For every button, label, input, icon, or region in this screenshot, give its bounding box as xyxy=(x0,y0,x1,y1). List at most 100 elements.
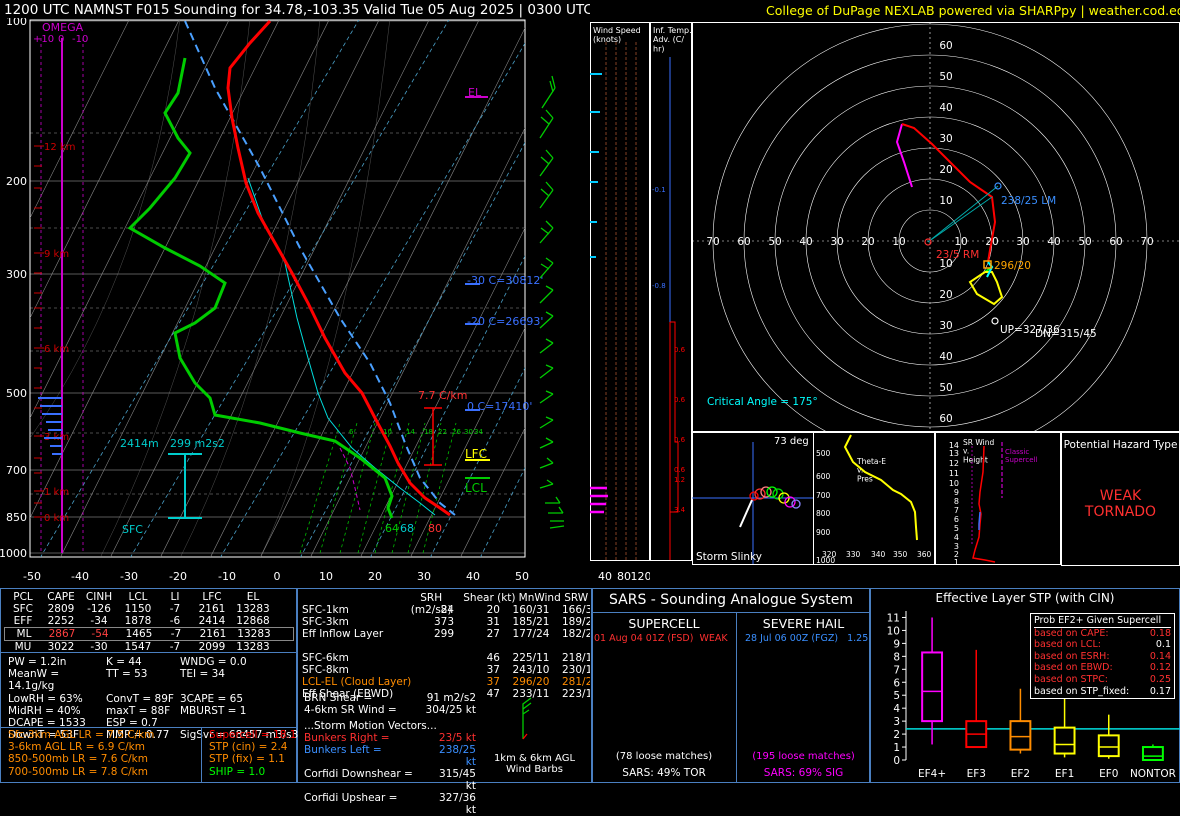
svg-text:60: 60 xyxy=(737,236,750,248)
svg-text:-10: -10 xyxy=(218,570,236,583)
critical-angle: Critical Angle = 175° xyxy=(707,396,818,408)
hazard-value: WEAK TORNADO xyxy=(1084,488,1157,520)
svg-text:10: 10 xyxy=(383,428,392,436)
hgz-minus30: -30 C=30812' xyxy=(467,274,543,287)
eil-depth: 2414m xyxy=(120,437,159,450)
hail-pct: SARS: 69% SIG xyxy=(763,767,844,779)
stp-y-tick: 2 xyxy=(893,729,900,741)
stp-x-label: EF2 xyxy=(1011,768,1030,780)
svg-text:500: 500 xyxy=(6,387,27,400)
svg-text:20: 20 xyxy=(939,164,952,176)
storm-motion: ...Storm Motion Vectors... Bunkers Right… xyxy=(304,720,476,816)
lapse-rates: Sfc-3km AGL LR = 7.5 C/km 3-6km AGL LR = … xyxy=(8,729,155,778)
svg-text:10: 10 xyxy=(954,236,967,248)
svg-text:20: 20 xyxy=(368,570,382,583)
credit-text: College of DuPage NEXLAB powered via SHA… xyxy=(766,3,1180,18)
eil-srh: 299 m2s2 xyxy=(170,437,225,450)
wind-tick-80: 80 xyxy=(617,570,631,583)
svg-text:40: 40 xyxy=(466,570,480,583)
skewt-panel: OMEGA +10 0 -10 12 km 9 km 6 km 3 km 1 k… xyxy=(0,18,565,583)
stp-y-tick: 8 xyxy=(893,651,900,663)
supercell-match: 01 Aug 04 01Z (FSD) WEAK xyxy=(594,633,728,644)
svg-text:40: 40 xyxy=(799,236,812,248)
stp-y-tick: 3 xyxy=(893,716,900,728)
svg-text:1.2: 1.2 xyxy=(674,476,685,484)
omega-label: OMEGA xyxy=(42,21,84,34)
stp-y-tick: 7 xyxy=(893,664,900,676)
svg-text:50: 50 xyxy=(939,71,952,83)
svg-text:10: 10 xyxy=(892,236,905,248)
svg-text:330: 330 xyxy=(846,550,861,559)
svg-text:40: 40 xyxy=(1047,236,1060,248)
prob-ef2-box: Prob EF2+ Given Supercell based on CAPE:… xyxy=(1030,613,1175,700)
svg-text:70: 70 xyxy=(706,236,719,248)
brn-shear: BRN Shear = 91 m2/s2 4-6km SR Wind = 304/2… xyxy=(304,692,476,716)
svg-text:40: 40 xyxy=(939,351,952,363)
svg-text:-0.1: -0.1 xyxy=(652,186,666,194)
stp-x-label: EF3 xyxy=(967,768,986,780)
stp-y-tick: 4 xyxy=(893,703,900,715)
svg-text:200: 200 xyxy=(6,175,27,188)
el-marker: EL xyxy=(468,86,482,99)
svg-text:30: 30 xyxy=(939,133,952,145)
svg-text:12: 12 xyxy=(949,459,959,468)
stp-box xyxy=(1097,734,1120,758)
svg-text:300: 300 xyxy=(6,268,27,281)
svg-text:-50: -50 xyxy=(23,570,41,583)
storm-slinky-panel: 73 deg Storm Slinky xyxy=(692,432,814,565)
sfc-label: SFC xyxy=(122,523,143,536)
svg-text:320: 320 xyxy=(822,550,837,559)
parcel-row-sfc: SFC 2809 -126 1150 -7 2161 13283 xyxy=(12,603,270,615)
svg-text:1000: 1000 xyxy=(0,547,27,560)
theta-e-panel: 500600 700800 9001000 320 330 340 350 360 … xyxy=(813,432,935,565)
temperature-axis: -50 -40 -30 -20 -10 0 10 20 30 40 50 xyxy=(23,570,529,583)
barb-sample-icon xyxy=(522,697,532,740)
stp-box xyxy=(921,651,944,723)
stp-title: Effective Layer STP (with CIN) xyxy=(935,591,1115,605)
omega-scale-minus: -10 xyxy=(72,34,88,45)
stp-y-tick: 11 xyxy=(887,612,900,624)
height-6km: 6 km xyxy=(44,344,69,355)
svg-text:60: 60 xyxy=(1109,236,1122,248)
hail-loose: (195 loose matches) xyxy=(752,751,855,762)
svg-text:30: 30 xyxy=(939,320,952,332)
svg-text:0: 0 xyxy=(274,570,281,583)
height-12km: 12 km xyxy=(44,142,75,153)
svg-text:22: 22 xyxy=(438,428,447,436)
svg-text:30: 30 xyxy=(830,236,843,248)
svg-text:340: 340 xyxy=(871,550,886,559)
sounding-title: 1200 UTC NAMNST F015 Sounding for 34.78,… xyxy=(4,2,590,18)
parcel-header: PCL CAPE CINH LCL LI LFC EL xyxy=(13,591,260,603)
lfc-marker: LFC xyxy=(465,447,487,461)
wind-speed-panel: Wind Speed (knots) 40 80 120 xyxy=(590,22,651,583)
composite-indices: Supercell = 18.1 STP (cin) = 2.4 STP (fix… xyxy=(209,729,297,778)
svg-text:5: 5 xyxy=(954,524,959,533)
lcl-marker: LCL xyxy=(465,481,487,495)
wind-barbs xyxy=(539,75,565,529)
svg-text:50: 50 xyxy=(1078,236,1091,248)
svg-text:-30: -30 xyxy=(120,570,138,583)
svg-text:0.6: 0.6 xyxy=(674,396,686,404)
svg-text:60: 60 xyxy=(939,40,952,52)
lapse-rate-label: 7.7 C/km xyxy=(418,389,467,402)
svg-text:60: 60 xyxy=(939,413,952,425)
surface-wetbulb: 68 xyxy=(400,522,414,535)
wind-speed-title: Wind Speed (knots) xyxy=(593,26,641,44)
svg-text:800: 800 xyxy=(816,509,831,518)
stp-x-label: EF0 xyxy=(1099,768,1118,780)
svg-text:3.4: 3.4 xyxy=(674,506,686,514)
wind-speed-low-bars xyxy=(590,486,608,514)
svg-text:700: 700 xyxy=(816,491,831,500)
stp-y-tick: 9 xyxy=(893,638,900,650)
severe-hail-header: SEVERE HAIL xyxy=(762,616,845,631)
svg-text:360: 360 xyxy=(917,550,932,559)
parcel-row-eff: EFF 2252 -34 1878 -6 2414 12868 xyxy=(13,615,270,627)
wind-tick-120: 120 xyxy=(631,570,651,583)
temp-advection-panel: Inf. Temp. Adv. (C/hr) -0.1 -0.8 0.6 0.6 … xyxy=(650,22,692,561)
svg-text:-20: -20 xyxy=(169,570,187,583)
supercell-header: SUPERCELL xyxy=(628,616,700,631)
svg-text:9: 9 xyxy=(954,488,959,497)
stp-x-label: EF1 xyxy=(1055,768,1074,780)
svg-text:40: 40 xyxy=(939,102,952,114)
svg-text:20: 20 xyxy=(939,289,952,301)
